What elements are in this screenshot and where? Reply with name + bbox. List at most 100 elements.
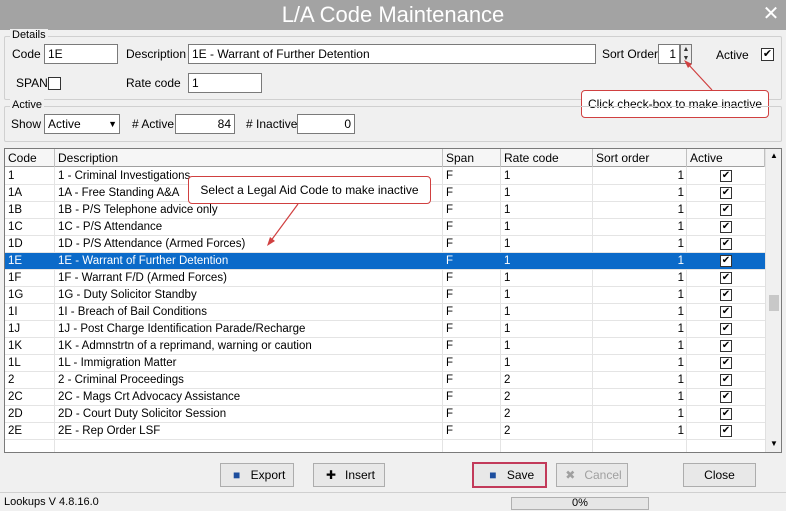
export-button[interactable]: ■ Export	[220, 463, 294, 487]
table-row[interactable]: 1B 1B - P/S Telephone advice only F 1 1 ✔	[5, 202, 765, 219]
cell-rate-code: 2	[504, 374, 511, 386]
scroll-thumb[interactable]	[769, 295, 779, 311]
col-header-span[interactable]: Span	[443, 149, 501, 167]
cell-active: ✔	[687, 168, 765, 184]
table-row[interactable]: 1L 1L - Immigration Matter F 1 1 ✔	[5, 355, 765, 372]
code-label: Code	[12, 47, 41, 61]
stepper-up-icon[interactable]: ▲	[681, 45, 691, 54]
cell-span: F	[446, 204, 454, 216]
span-checkbox[interactable]	[48, 77, 61, 90]
cell-sort-order: 1	[677, 323, 684, 335]
rate-code-input[interactable]: 1	[188, 73, 262, 93]
cancel-x-icon: ✖	[565, 468, 576, 482]
col-header-description[interactable]: Description	[55, 149, 443, 167]
row-active-checkbox[interactable]: ✔	[720, 255, 732, 267]
table-row[interactable]: 2D 2D - Court Duty Solicitor Session F 2 1 ✔	[5, 406, 765, 423]
table-row[interactable]: 1I 1I - Breach of Bail Conditions F 1 1 ✔	[5, 304, 765, 321]
scroll-down-icon[interactable]: ▼	[766, 439, 781, 448]
table-row[interactable]: 2 2 - Criminal Proceedings F 2 1 ✔	[5, 372, 765, 389]
cell-span: F	[446, 425, 454, 437]
cell-description: 1B - P/S Telephone advice only	[58, 204, 218, 216]
cell-code: 2	[8, 374, 15, 386]
table-row[interactable]: 1C 1C - P/S Attendance F 1 1 ✔	[5, 219, 765, 236]
table-row[interactable]: 1F 1F - Warrant F/D (Armed Forces) F 1 1 ✔	[5, 270, 765, 287]
active-label: Active	[716, 48, 749, 62]
cell-span: F	[446, 238, 454, 250]
save-button[interactable]: ■ Save	[472, 462, 547, 488]
scroll-up-icon[interactable]: ▲	[766, 151, 781, 160]
cell-code: 1B	[8, 204, 23, 216]
table-row[interactable]: 2E 2E - Rep Order LSF F 2 1 ✔	[5, 423, 765, 440]
cell-description: 1E - Warrant of Further Detention	[58, 255, 229, 267]
cell-span: F	[446, 272, 454, 284]
cell-span: F	[446, 323, 454, 335]
cell-code: 2C	[8, 391, 23, 403]
row-active-checkbox[interactable]: ✔	[720, 204, 732, 216]
col-header-sort-order[interactable]: Sort order	[593, 149, 687, 167]
cell-span: F	[446, 289, 454, 301]
row-active-checkbox[interactable]: ✔	[720, 272, 732, 284]
active-count-label: # Active	[132, 117, 175, 131]
cell-rate-code: 1	[504, 340, 511, 352]
progress-bar: 0%	[511, 497, 649, 510]
col-header-active[interactable]: Active	[687, 149, 765, 167]
row-active-checkbox[interactable]: ✔	[720, 340, 732, 352]
active-checkbox[interactable]: ✔	[761, 48, 774, 61]
cell-rate-code: 1	[504, 306, 511, 318]
close-window-icon[interactable]: ✕	[760, 3, 782, 25]
cancel-button[interactable]: ✖ Cancel	[556, 463, 628, 487]
cell-span: F	[446, 221, 454, 233]
row-active-checkbox[interactable]: ✔	[720, 357, 732, 369]
cell-sort-order: 1	[677, 272, 684, 284]
description-input[interactable]: 1E - Warrant of Further Detention	[188, 44, 596, 64]
cell-span: F	[446, 374, 454, 386]
row-active-checkbox[interactable]: ✔	[720, 323, 732, 335]
cell-active: ✔	[687, 270, 765, 286]
table-row[interactable]: 1D 1D - P/S Attendance (Armed Forces) F 1 1 ✔	[5, 236, 765, 253]
cell-sort-order: 1	[677, 204, 684, 216]
cell-active: ✔	[687, 389, 765, 405]
cell-code: 1E	[8, 255, 23, 267]
col-header-code[interactable]: Code	[5, 149, 55, 167]
cell-description: 1K - Admnstrtn of a reprimand, warning o…	[58, 340, 312, 352]
row-active-checkbox[interactable]: ✔	[720, 187, 732, 199]
cell-code: 1F	[8, 272, 22, 284]
row-active-checkbox[interactable]: ✔	[720, 391, 732, 403]
insert-label: Insert	[344, 468, 375, 482]
show-select[interactable]: Active ▼	[44, 114, 120, 134]
row-active-checkbox[interactable]: ✔	[720, 408, 732, 420]
cell-active: ✔	[687, 321, 765, 337]
cell-span: F	[446, 187, 454, 199]
span-label: SPAN	[16, 76, 48, 90]
sort-order-input[interactable]: 1	[658, 44, 680, 64]
grid-scrollbar[interactable]: ▲ ▼	[765, 149, 781, 452]
table-row[interactable]: 1E 1E - Warrant of Further Detention F 1 1 ✔	[5, 253, 765, 270]
table-row[interactable]: 1J 1J - Post Charge Identification Parade…	[5, 321, 765, 338]
sort-order-label: Sort Order	[602, 47, 659, 61]
row-active-checkbox[interactable]: ✔	[720, 425, 732, 437]
row-active-checkbox[interactable]: ✔	[720, 221, 732, 233]
cell-span: F	[446, 170, 454, 182]
table-row[interactable]: 1G 1G - Duty Solicitor Standby F 1 1 ✔	[5, 287, 765, 304]
table-row[interactable]: 1K 1K - Admnstrtn of a reprimand, warning…	[5, 338, 765, 355]
inactive-count-label: # Inactive	[246, 117, 298, 131]
row-active-checkbox[interactable]: ✔	[720, 306, 732, 318]
show-select-value: Active	[48, 117, 81, 131]
row-active-checkbox[interactable]: ✔	[720, 374, 732, 386]
col-header-rate-code[interactable]: Rate code	[501, 149, 593, 167]
cell-rate-code: 2	[504, 425, 511, 437]
insert-button[interactable]: ✚ Insert	[313, 463, 385, 487]
cell-span: F	[446, 340, 454, 352]
cell-active: ✔	[687, 372, 765, 388]
row-active-checkbox[interactable]: ✔	[720, 289, 732, 301]
cell-description: 1L - Immigration Matter	[58, 357, 177, 369]
row-active-checkbox[interactable]: ✔	[720, 238, 732, 250]
close-button[interactable]: Close	[683, 463, 756, 487]
row-active-checkbox[interactable]: ✔	[720, 170, 732, 182]
cell-code: 1C	[8, 221, 23, 233]
chevron-down-icon[interactable]: ▼	[108, 115, 117, 133]
table-row[interactable]: 2C 2C - Mags Crt Advocacy Assistance F 2 1 ✔	[5, 389, 765, 406]
cell-code: 1G	[8, 289, 24, 301]
code-input[interactable]: 1E	[44, 44, 118, 64]
cell-span: F	[446, 408, 454, 420]
